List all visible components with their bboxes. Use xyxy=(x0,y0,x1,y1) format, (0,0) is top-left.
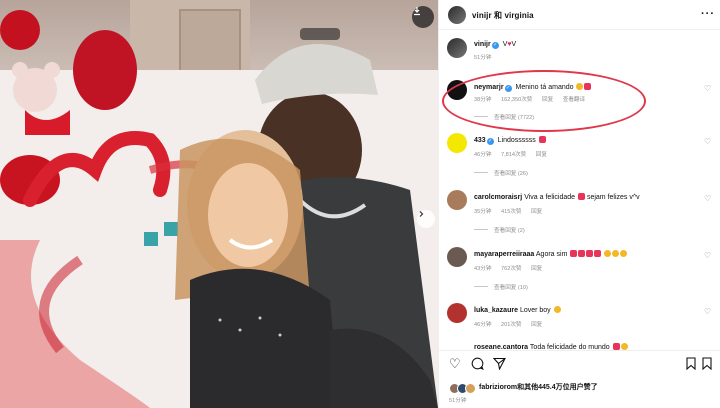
chevron-right-icon xyxy=(419,211,424,217)
caption-time: 51分钟 xyxy=(474,55,492,61)
view-replies-button[interactable]: 查看回复 (2) xyxy=(474,226,525,234)
view-replies-button[interactable]: 查看回复 (10) xyxy=(474,283,528,291)
comment-username[interactable]: mayaraperreiiraaa xyxy=(474,251,534,258)
heart-icon[interactable]: ♡ xyxy=(449,357,461,371)
verified-icon: ✓ xyxy=(486,138,494,145)
emoji xyxy=(620,250,628,257)
comment-likes[interactable]: 415次赞 xyxy=(501,209,522,215)
emoji xyxy=(553,306,561,313)
comment-text: Viva a felicidade xyxy=(524,194,576,201)
more-icon[interactable]: ··· xyxy=(701,8,715,20)
heart-icon[interactable]: ♡ xyxy=(704,194,711,203)
next-photo-button[interactable] xyxy=(417,210,435,228)
emoji xyxy=(594,250,602,257)
post-time: 51分钟 xyxy=(449,398,467,404)
likes-username[interactable]: fabriziorom xyxy=(479,384,517,391)
heart-icon[interactable]: ♡ xyxy=(704,251,711,260)
download-icon xyxy=(414,7,420,16)
comment-time: 46分钟 xyxy=(474,152,492,158)
comment-time: 43分钟 xyxy=(474,266,492,272)
view-replies-button[interactable]: 查看回复 (26) xyxy=(474,169,528,177)
comment-line: mayaraperreiiraaa Agora sim xyxy=(474,250,628,258)
bookmark-icon[interactable] xyxy=(701,357,713,373)
heart-icon[interactable]: ♡ xyxy=(704,307,711,316)
comment-likes[interactable]: 762次赞 xyxy=(501,266,522,272)
comment-line: 433 ✓ Lindossssss xyxy=(474,136,546,145)
comment-avatar[interactable] xyxy=(447,190,467,210)
likes-rest: 和其他445.4万位用户赞了 xyxy=(517,384,598,391)
comment-text: Lover boy xyxy=(519,307,551,314)
comment-time: 35分钟 xyxy=(474,209,492,215)
caption-text-end: V xyxy=(511,41,517,48)
bookmark-icon[interactable] xyxy=(685,357,697,373)
comment-text: Lindossssss xyxy=(497,137,536,144)
likes-summary[interactable]: fabriziorom和其他445.4万位用户赞了 xyxy=(479,382,598,392)
comment-meta: 46分钟 201次赞 回复 xyxy=(474,320,550,328)
caption-username[interactable]: vinijr xyxy=(474,41,491,48)
emoji xyxy=(612,250,620,257)
heart-icon[interactable]: ♡ xyxy=(704,84,711,93)
author-avatar[interactable] xyxy=(448,6,466,24)
comment-icon[interactable] xyxy=(471,357,484,373)
comment-line: neymarjr ✓ Menino tá amando xyxy=(474,83,592,92)
reply-button[interactable]: 回复 xyxy=(542,97,553,103)
post-photo[interactable] xyxy=(0,0,438,408)
comment-icon-svg xyxy=(471,357,484,370)
comment-line: luka_kazaure Lover boy xyxy=(474,306,561,314)
comment-likes[interactable]: 7,814次赞 xyxy=(501,152,526,158)
comment-username[interactable]: neymarjr xyxy=(474,84,504,91)
reply-button[interactable]: 回复 xyxy=(531,322,542,328)
emoji xyxy=(584,83,592,90)
caption-meta: 51分钟 xyxy=(474,53,499,61)
emoji xyxy=(612,343,620,350)
comment-text-2: sejam felizes v^v xyxy=(586,194,640,201)
comment-avatar[interactable] xyxy=(447,303,467,323)
post-header: vinijr 和 virginia ··· xyxy=(439,0,720,30)
comment-avatar[interactable] xyxy=(447,80,467,100)
caption-avatar[interactable] xyxy=(447,38,467,58)
comment-username[interactable]: carolcmoraisrj xyxy=(474,194,522,201)
comment-username[interactable]: luka_kazaure xyxy=(474,307,518,314)
comment-line: carolcmoraisrj Viva a felicidade sejam f… xyxy=(474,193,640,201)
reply-button[interactable]: 回复 xyxy=(531,266,542,272)
comment-text: Agora sim xyxy=(535,251,568,258)
comment-likes[interactable]: 201次赞 xyxy=(501,322,522,328)
comment-text: Menino tá amando xyxy=(515,84,574,91)
comment-meta: 43分钟 762次赞 回复 xyxy=(474,264,550,272)
comment-meta: 38分钟 162,350次赞 回复 查看翻译 xyxy=(474,95,593,103)
reply-button[interactable]: 回复 xyxy=(536,152,547,158)
post-actions: ♡ fabriziorom和其他445.4万位用户赞了 51分钟 xyxy=(439,350,720,408)
comment-meta: 46分钟 7,814次赞 回复 xyxy=(474,150,555,158)
emoji xyxy=(576,83,584,90)
post-header-title[interactable]: vinijr 和 virginia xyxy=(472,10,534,21)
emoji xyxy=(578,193,586,200)
emoji xyxy=(570,250,578,257)
comment-likes[interactable]: 162,350次赞 xyxy=(501,97,532,103)
share-icon[interactable] xyxy=(492,357,506,373)
bookmark-icon-svg xyxy=(702,357,712,371)
reply-button[interactable]: 回复 xyxy=(531,209,542,215)
emoji xyxy=(604,250,612,257)
download-button[interactable] xyxy=(412,6,434,28)
bookmark-icon-svg xyxy=(686,357,696,371)
photo-scene xyxy=(0,0,438,408)
emoji xyxy=(538,136,546,143)
share-icon-svg xyxy=(492,357,506,371)
verified-icon: ✓ xyxy=(504,85,512,92)
comments-panel: vinijr 和 virginia ··· vinijr ✓ V♥V 51分钟 n… xyxy=(438,0,720,408)
caption-line: vinijr ✓ V♥V xyxy=(474,41,516,49)
heart-icon[interactable]: ♡ xyxy=(704,137,711,146)
emoji xyxy=(620,343,628,350)
verified-icon: ✓ xyxy=(491,42,499,49)
comment-username[interactable]: 433 xyxy=(474,137,486,144)
comment-avatar[interactable] xyxy=(447,133,467,153)
emoji xyxy=(586,250,594,257)
emoji xyxy=(578,250,586,257)
view-replies-button[interactable]: 查看回复 (7722) xyxy=(474,113,534,121)
comment-avatar[interactable] xyxy=(447,247,467,267)
translate-button[interactable]: 查看翻译 xyxy=(563,97,585,103)
comment-time: 38分钟 xyxy=(474,97,492,103)
comment-meta: 35分钟 415次赞 回复 xyxy=(474,207,550,215)
comment-time: 46分钟 xyxy=(474,322,492,328)
